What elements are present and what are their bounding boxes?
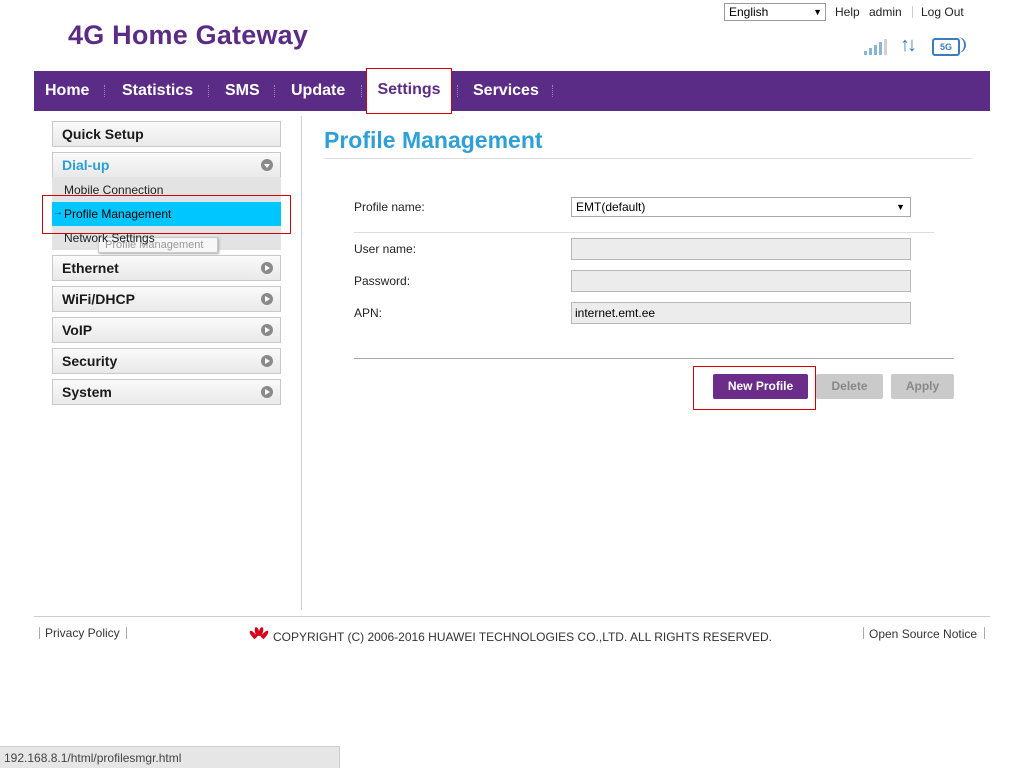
password-label: Password: xyxy=(354,274,411,288)
menu-ethernet[interactable]: Ethernet xyxy=(52,255,281,281)
expand-icon xyxy=(261,293,273,305)
menu-voip[interactable]: VoIP xyxy=(52,317,281,343)
chevron-down-icon: ▼ xyxy=(896,202,905,212)
nav-home[interactable]: Home xyxy=(45,71,89,111)
menu-dialup[interactable]: Dial-up xyxy=(52,152,281,178)
header-divider xyxy=(912,6,913,18)
username-label: admin xyxy=(869,5,902,19)
nav-settings[interactable]: Settings xyxy=(366,68,452,114)
form-divider xyxy=(354,232,934,233)
menu-quick-setup[interactable]: Quick Setup xyxy=(52,121,281,147)
menu-security[interactable]: Security xyxy=(52,348,281,374)
main-nav: Home Statistics SMS Update Services xyxy=(34,71,990,111)
profile-name-value: EMT(default) xyxy=(576,200,646,214)
apply-button[interactable]: Apply xyxy=(891,374,954,399)
language-select[interactable]: English ▼ xyxy=(724,3,826,21)
nav-separator xyxy=(274,85,276,97)
nav-statistics[interactable]: Statistics xyxy=(122,71,193,111)
footer-separator xyxy=(863,627,864,639)
title-divider xyxy=(324,158,972,159)
nav-separator xyxy=(552,85,554,97)
menu-security-label: Security xyxy=(62,353,118,369)
menu-system-label: System xyxy=(62,384,112,400)
nav-separator xyxy=(457,85,459,97)
apn-label: APN: xyxy=(354,306,383,320)
nav-separator xyxy=(361,85,363,97)
highlight-box xyxy=(42,195,291,234)
app-logo: 4G Home Gateway xyxy=(68,20,309,50)
menu-quick-setup-label: Quick Setup xyxy=(62,126,144,142)
language-value: English xyxy=(729,5,769,19)
footer-separator xyxy=(126,627,127,639)
privacy-policy-link[interactable]: Privacy Policy xyxy=(45,626,120,640)
logout-link[interactable]: Log Out xyxy=(921,5,964,19)
footer-separator xyxy=(984,627,985,639)
data-transfer-icon: ↑↓ xyxy=(900,34,917,56)
nav-update[interactable]: Update xyxy=(291,71,345,111)
expand-icon xyxy=(261,324,273,336)
expand-icon xyxy=(261,386,273,398)
username-input[interactable] xyxy=(571,238,911,260)
apn-input[interactable]: internet.emt.ee xyxy=(571,302,911,324)
footer-separator xyxy=(39,627,40,639)
browser-status-url: 192.168.8.1/html/profilesmgr.html xyxy=(0,746,340,768)
open-source-notice-link[interactable]: Open Source Notice xyxy=(869,627,977,641)
nav-separator xyxy=(208,85,210,97)
menu-wifi-dhcp-label: WiFi/DHCP xyxy=(62,291,135,307)
signal-strength-icon xyxy=(864,38,888,55)
menu-wifi-dhcp[interactable]: WiFi/DHCP xyxy=(52,286,281,312)
wifi-signal-icon xyxy=(956,37,966,53)
nav-settings-label: Settings xyxy=(377,81,441,98)
huawei-logo-icon xyxy=(248,626,270,641)
chevron-down-icon: ▼ xyxy=(813,7,822,17)
menu-dialup-label: Dial-up xyxy=(62,157,110,173)
profile-name-select[interactable]: EMT(default) ▼ xyxy=(571,197,911,217)
expand-icon xyxy=(261,262,273,274)
menu-voip-label: VoIP xyxy=(62,322,93,338)
footer-divider xyxy=(34,616,990,617)
highlight-box xyxy=(693,366,816,410)
delete-button[interactable]: Delete xyxy=(816,374,883,399)
collapse-icon xyxy=(261,159,273,171)
profile-name-label: Profile name: xyxy=(354,200,425,214)
form-bottom-divider xyxy=(354,358,954,359)
menu-system[interactable]: System xyxy=(52,379,281,405)
expand-icon xyxy=(261,355,273,367)
password-input[interactable] xyxy=(571,270,911,292)
nav-services[interactable]: Services xyxy=(473,71,539,111)
sidebar-divider xyxy=(301,116,302,610)
page-title: Profile Management xyxy=(324,127,543,153)
help-link[interactable]: Help xyxy=(835,5,860,19)
nav-sms[interactable]: SMS xyxy=(225,71,260,111)
username-label: User name: xyxy=(354,242,417,256)
copyright-text: COPYRIGHT (C) 2006-2016 HUAWEI TECHNOLOG… xyxy=(273,630,773,644)
nav-separator xyxy=(104,85,106,97)
menu-ethernet-label: Ethernet xyxy=(62,260,119,276)
